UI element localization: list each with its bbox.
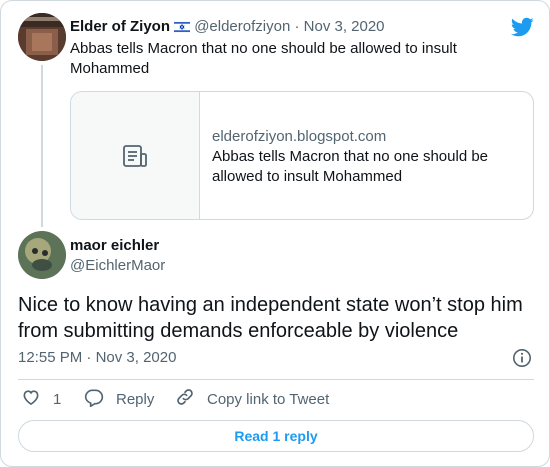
read-replies-button[interactable]: Read 1 reply	[18, 420, 534, 452]
link-preview-thumbnail	[71, 92, 200, 219]
divider	[18, 379, 534, 380]
copy-link-button[interactable]: Copy link to Tweet	[175, 388, 329, 410]
reply-label: Reply	[116, 390, 155, 408]
like-button[interactable]: 1	[21, 388, 61, 410]
tweet-date[interactable]: Nov 3, 2020	[96, 349, 177, 366]
link-preview-card[interactable]: elderofziyon.blogspot.com Abbas tells Ma…	[70, 91, 534, 220]
parent-author-name[interactable]: Elder of Ziyon	[70, 18, 170, 35]
copy-link-label: Copy link to Tweet	[207, 390, 330, 408]
link-domain: elderofziyon.blogspot.com	[212, 128, 387, 145]
thread-connector-line	[41, 65, 43, 227]
parent-author-handle[interactable]: @elderofziyon	[194, 18, 290, 35]
link-icon	[175, 387, 207, 411]
like-count: 1	[53, 390, 62, 408]
link-title: Abbas tells Macron that no one should be…	[212, 148, 489, 185]
parent-tweet-text: Abbas tells Macron that no one should be…	[70, 40, 457, 77]
parent-separator: ·	[294, 18, 300, 35]
twitter-bird-icon[interactable]	[510, 15, 534, 39]
main-author-name[interactable]: maor eichler	[70, 236, 159, 256]
parent-tweet-header: Elder of Ziyon @elderofziyon · Nov 3, 20…	[70, 17, 385, 39]
heart-icon	[21, 387, 53, 411]
info-icon[interactable]	[512, 348, 532, 368]
reply-icon	[84, 387, 116, 411]
tweet-time[interactable]: 12:55 PM	[18, 349, 82, 366]
main-author-avatar[interactable]	[18, 231, 66, 279]
parent-author-avatar[interactable]	[18, 13, 66, 61]
tweet-timestamp[interactable]: 12:55 PM · Nov 3, 2020	[18, 348, 176, 368]
parent-date[interactable]: Nov 3, 2020	[304, 18, 385, 35]
tweet-embed-card: Elder of Ziyon @elderofziyon · Nov 3, 20…	[0, 0, 550, 467]
reply-button[interactable]: Reply	[84, 388, 154, 410]
timestamp-separator: ·	[86, 349, 92, 366]
main-author-handle[interactable]: @EichlerMaor	[70, 256, 165, 276]
israel-flag-icon	[173, 19, 191, 39]
main-tweet-text: Nice to know having an independent state…	[18, 294, 523, 342]
